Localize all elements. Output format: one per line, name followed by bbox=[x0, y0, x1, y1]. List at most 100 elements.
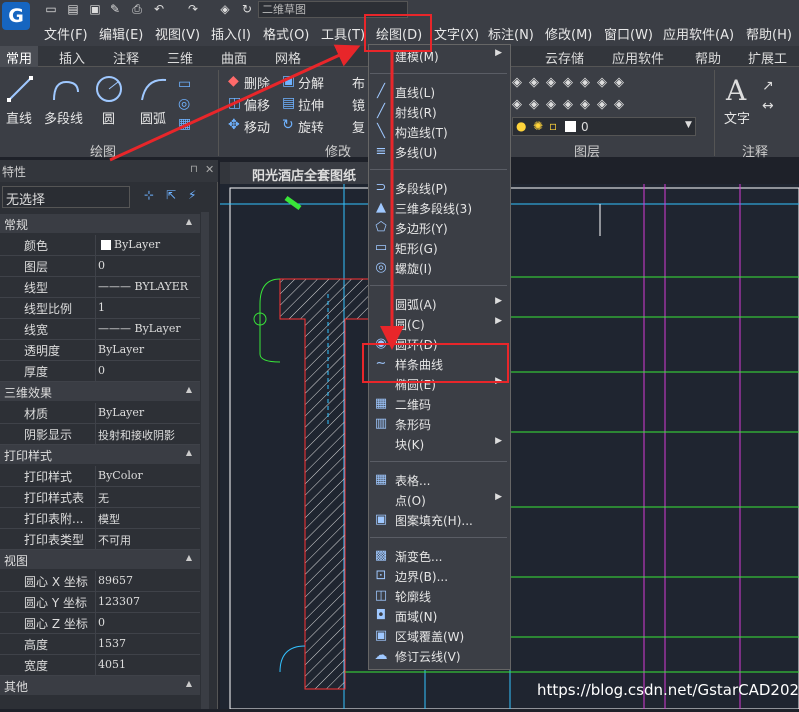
toggle-pickadd-icon[interactable]: ⚡ bbox=[188, 188, 196, 202]
circle-tool-icon[interactable] bbox=[94, 74, 124, 104]
menu-insert[interactable]: 插入(I) bbox=[211, 24, 251, 43]
tab-mesh[interactable]: 网格 bbox=[275, 48, 301, 67]
draw-menu-item[interactable]: ▥ 条形码 bbox=[369, 414, 510, 434]
draw-menu-item[interactable]: 圆弧(A) ▶ bbox=[369, 294, 510, 314]
stretch-label[interactable]: 拉伸 bbox=[298, 95, 324, 114]
property-value[interactable]: 4051 bbox=[98, 658, 126, 671]
tab-common[interactable]: 常用 bbox=[0, 46, 38, 67]
property-value[interactable]: 0 bbox=[98, 259, 105, 272]
new-icon[interactable]: ▭ bbox=[44, 2, 58, 16]
property-value[interactable]: ByLayer bbox=[98, 406, 144, 419]
explode-label[interactable]: 分解 bbox=[298, 73, 324, 92]
tab-annotate[interactable]: 注释 bbox=[113, 48, 139, 67]
property-value[interactable]: ——— BYLAYER bbox=[98, 280, 188, 293]
property-value[interactable]: ——— ByLayer bbox=[98, 322, 181, 335]
polyline-tool-icon[interactable] bbox=[50, 74, 82, 104]
tab-insert[interactable]: 插入 bbox=[59, 48, 85, 67]
print-icon[interactable]: ⎙ bbox=[130, 2, 144, 16]
property-row[interactable]: 线型比例 1 bbox=[0, 298, 200, 319]
line-tool-icon[interactable] bbox=[6, 74, 34, 104]
draw-menu-item[interactable]: ☁ 修订云线(V) bbox=[369, 646, 510, 666]
properties-section-header[interactable]: 其他 ▲ bbox=[0, 676, 200, 695]
property-row[interactable]: 宽度 4051 bbox=[0, 655, 200, 676]
collapse-icon[interactable]: ▲ bbox=[186, 217, 192, 226]
leader-icon[interactable]: ↗ bbox=[762, 78, 774, 94]
draw-menu-item[interactable]: ≡ 多线(U) bbox=[369, 142, 510, 162]
close-icon[interactable]: ✕ bbox=[205, 163, 214, 176]
draw-menu-item[interactable]: ◘ 面域(N) bbox=[369, 606, 510, 626]
property-value[interactable]: 投射和接收阴影 bbox=[98, 427, 175, 443]
property-row[interactable]: 打印样式表无 bbox=[0, 487, 200, 508]
draw-menu-item[interactable]: ▣ 图案填充(H)... bbox=[369, 510, 510, 530]
tab-help[interactable]: 帮助 bbox=[695, 48, 721, 67]
hatch-small-icon[interactable]: ▦ bbox=[178, 116, 191, 132]
arc-tool-label[interactable]: 圆弧 bbox=[140, 108, 166, 127]
layer-select[interactable]: ● ✺ ▫ 0 ▼ bbox=[512, 117, 696, 136]
property-value[interactable]: 0 bbox=[98, 364, 105, 377]
properties-section-header[interactable]: 常规 ▲ bbox=[0, 214, 200, 233]
draw-menu-item[interactable]: 点(O) ▶ bbox=[369, 490, 510, 510]
property-value[interactable]: 不可用 bbox=[98, 532, 131, 548]
draw-menu-item[interactable]: ⬠ 多边形(Y) bbox=[369, 218, 510, 238]
draw-menu-item[interactable]: ▦ 二维码 bbox=[369, 394, 510, 414]
collapse-icon[interactable]: ▲ bbox=[186, 679, 192, 688]
property-row[interactable]: 圆心 X 坐标 89657 bbox=[0, 571, 200, 592]
app-logo-icon[interactable]: G bbox=[2, 2, 30, 30]
property-row[interactable]: 圆心 Z 坐标 0 bbox=[0, 613, 200, 634]
offset-label[interactable]: 偏移 bbox=[244, 95, 270, 114]
redo-icon[interactable]: ↷ bbox=[186, 2, 200, 16]
menu-apps[interactable]: 应用软件(A) bbox=[663, 24, 734, 43]
property-value[interactable]: ByLayer bbox=[114, 238, 160, 251]
menu-file[interactable]: 文件(F) bbox=[44, 24, 88, 43]
layers-icon[interactable]: ◈ bbox=[218, 2, 232, 16]
select-objects-icon[interactable]: ⇱ bbox=[166, 188, 176, 202]
ellipse-small-icon[interactable]: ◎ bbox=[178, 96, 190, 112]
properties-section-header[interactable]: 视图 ▲ bbox=[0, 550, 200, 569]
copy-partial-label[interactable]: 复 bbox=[352, 117, 365, 136]
tab-apps[interactable]: 应用软件 bbox=[612, 48, 664, 67]
menu-modify[interactable]: 修改(M) bbox=[545, 24, 592, 43]
polyline-tool-label[interactable]: 多段线 bbox=[44, 108, 83, 127]
rotate-label[interactable]: 旋转 bbox=[298, 117, 324, 136]
text-tool-icon[interactable]: A bbox=[726, 74, 746, 107]
mirror-partial-label[interactable]: 镜 bbox=[352, 95, 365, 114]
rectangle-small-icon[interactable]: ▭ bbox=[178, 76, 191, 92]
property-row[interactable]: 打印表类型 不可用 bbox=[0, 529, 200, 550]
rotate-icon[interactable]: ↻ bbox=[282, 117, 294, 133]
property-value[interactable]: 123307 bbox=[98, 595, 140, 608]
property-value[interactable]: 模型 bbox=[98, 511, 120, 527]
dim-icon[interactable]: ↔ bbox=[762, 98, 774, 114]
arc-tool-icon[interactable] bbox=[138, 74, 170, 104]
property-row[interactable]: 高度 1537 bbox=[0, 634, 200, 655]
property-row[interactable]: 打印样式 ByColor bbox=[0, 466, 200, 487]
property-row[interactable]: 圆心 Y 坐标 123307 bbox=[0, 592, 200, 613]
save-icon[interactable]: ▣ bbox=[88, 2, 102, 16]
properties-scrollbar[interactable] bbox=[201, 212, 209, 709]
property-value[interactable]: 89657 bbox=[98, 574, 133, 587]
property-row[interactable]: 线型 ——— BYLAYER bbox=[0, 277, 200, 298]
text-tool-label[interactable]: 文字 bbox=[724, 108, 750, 127]
property-value[interactable]: 无 bbox=[98, 490, 109, 506]
menu-tools[interactable]: 工具(T) bbox=[321, 24, 365, 43]
menu-format[interactable]: 格式(O) bbox=[263, 24, 309, 43]
draw-menu-item[interactable]: 块(K) ▶ bbox=[369, 434, 510, 454]
circle-tool-label[interactable]: 圆 bbox=[102, 108, 115, 127]
draw-menu-item[interactable]: ◫ 轮廓线 bbox=[369, 586, 510, 606]
collapse-icon[interactable]: ▲ bbox=[186, 553, 192, 562]
menu-edit[interactable]: 编辑(E) bbox=[99, 24, 143, 43]
property-row[interactable]: 材质 ByLayer bbox=[0, 403, 200, 424]
draw-menu-item[interactable]: ╱ 直线(L) bbox=[369, 82, 510, 102]
draw-menu-item[interactable]: ╱ 射线(R) bbox=[369, 102, 510, 122]
erase-icon[interactable]: ◆ bbox=[228, 73, 239, 89]
tab-cloud[interactable]: 云存储 bbox=[545, 48, 584, 67]
property-row[interactable]: 厚度 0 bbox=[0, 361, 200, 382]
property-value[interactable]: 0 bbox=[98, 616, 105, 629]
draw-menu-item[interactable]: ◎ 螺旋(I) bbox=[369, 258, 510, 278]
tab-surface[interactable]: 曲面 bbox=[221, 48, 247, 67]
menu-dimension[interactable]: 标注(N) bbox=[488, 24, 534, 43]
layer-tools-grid[interactable]: ◈◈◈◈◈◈◈ ◈◈◈◈◈◈◈ bbox=[512, 72, 697, 116]
refresh-icon[interactable]: ↻ bbox=[240, 2, 254, 16]
saveas-icon[interactable]: ✎ bbox=[108, 2, 122, 16]
stretch-icon[interactable]: ▤ bbox=[282, 95, 295, 111]
property-row[interactable]: 打印表附... 模型 bbox=[0, 508, 200, 529]
